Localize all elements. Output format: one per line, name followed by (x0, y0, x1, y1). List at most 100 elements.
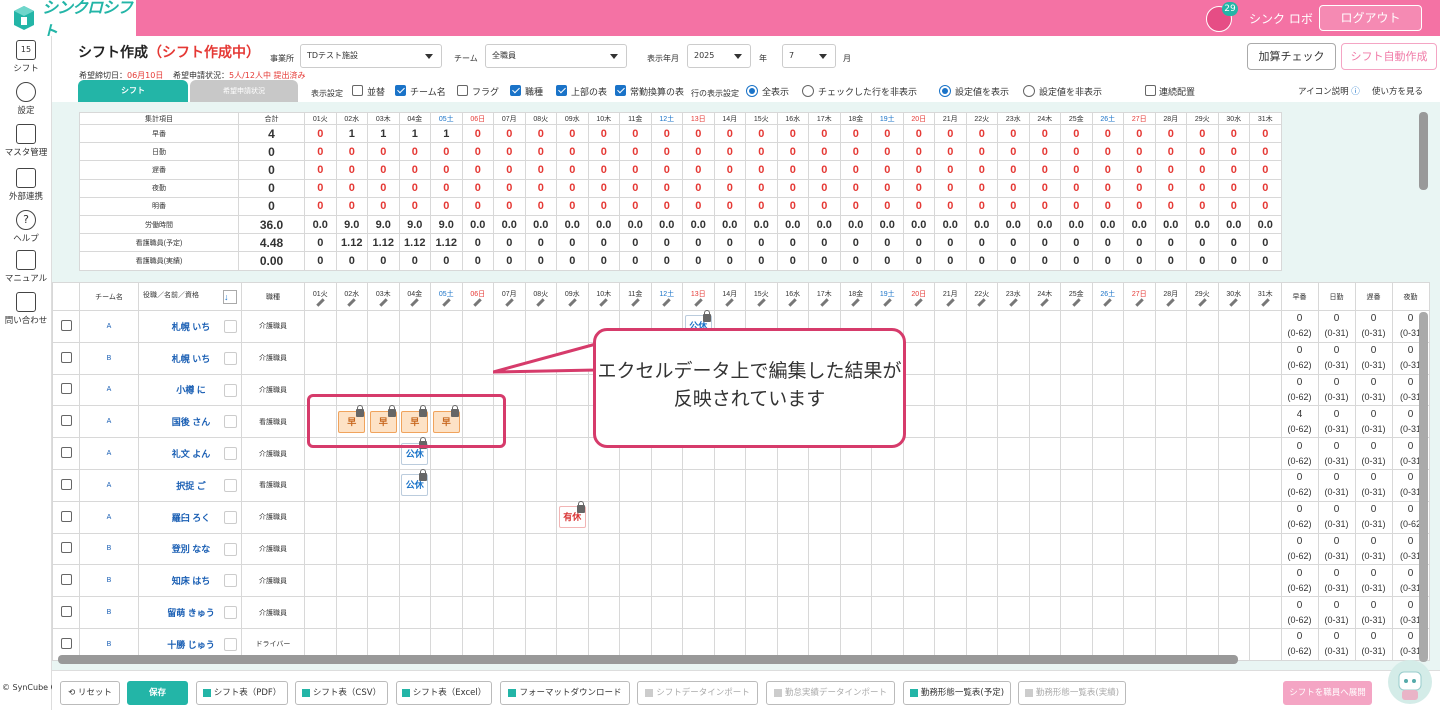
shift-day-cell[interactable] (1154, 373, 1187, 407)
shift-day-cell[interactable] (524, 596, 557, 629)
shift-day-cell[interactable] (461, 310, 494, 343)
row-checkbox-cell[interactable] (52, 310, 80, 343)
shift-day-cell[interactable] (1186, 310, 1219, 343)
day-header[interactable]: 25金 (1060, 282, 1093, 311)
icon-help-link[interactable]: アイコン説明 ⓘ (1298, 85, 1360, 97)
shift-day-cell[interactable] (1217, 405, 1250, 439)
shift-day-cell[interactable] (1249, 405, 1282, 439)
shift-day-cell[interactable] (902, 596, 935, 629)
shift-day-cell[interactable] (1217, 437, 1250, 470)
staff-name-cell[interactable]: 羅臼 ろく (138, 500, 242, 534)
shift-day-cell[interactable] (524, 468, 557, 502)
tab-request-status[interactable]: 希望申請状況 (190, 80, 298, 102)
shift-day-cell[interactable] (1028, 310, 1061, 343)
shift-day-cell[interactable] (367, 500, 400, 534)
office-select[interactable]: TDテスト施設 (300, 44, 442, 68)
shift-day-cell[interactable] (1028, 373, 1061, 407)
shift-day-cell[interactable] (650, 468, 683, 502)
shift-day-cell[interactable] (430, 468, 463, 502)
staff-name-cell[interactable]: 小樽 に (138, 373, 242, 407)
pdf-button[interactable]: シフト表（PDF） (196, 681, 288, 705)
staff-menu-icon[interactable] (224, 383, 237, 397)
shift-day-cell[interactable] (335, 596, 368, 629)
horizontal-scrollbar[interactable] (58, 655, 1238, 664)
shift-day-cell[interactable] (587, 564, 620, 598)
shift-day-cell[interactable] (902, 310, 935, 343)
shift-day-cell[interactable]: 公休 (398, 468, 431, 502)
shift-day-cell[interactable] (934, 596, 967, 629)
shift-day-cell[interactable] (493, 596, 526, 629)
row-checkbox[interactable] (60, 542, 72, 554)
shift-day-cell[interactable] (1060, 564, 1093, 598)
row-checkbox-cell[interactable] (52, 437, 80, 470)
shift-day-cell[interactable] (997, 532, 1030, 566)
day-header[interactable]: 01火 (304, 282, 337, 311)
shift-day-cell[interactable] (965, 532, 998, 566)
staff-name-cell[interactable]: 札幌 いち (138, 310, 242, 343)
shift-day-cell[interactable] (1186, 437, 1219, 470)
shift-day-cell[interactable] (304, 468, 337, 502)
shift-day-cell[interactable] (776, 500, 809, 534)
shift-day-cell[interactable] (682, 468, 715, 502)
day-header[interactable]: 24木 (1028, 282, 1061, 311)
shift-day-cell[interactable] (965, 468, 998, 502)
shift-day-cell[interactable] (871, 468, 904, 502)
shift-day-cell[interactable] (776, 564, 809, 598)
sidebar-item[interactable]: マスタ管理 (0, 124, 52, 158)
shift-day-cell[interactable] (1060, 405, 1093, 439)
shift-day-cell[interactable] (461, 596, 494, 629)
shift-day-cell[interactable] (1028, 405, 1061, 439)
shift-day-cell[interactable] (556, 405, 589, 439)
shift-day-cell[interactable] (871, 500, 904, 534)
shift-day-cell[interactable] (1091, 373, 1124, 407)
staff-name-cell[interactable]: 知床 はち (138, 564, 242, 598)
shift-day-cell[interactable] (1249, 310, 1282, 343)
staff-menu-icon[interactable] (224, 606, 237, 620)
shift-day-cell[interactable] (524, 437, 557, 470)
shift-day-cell[interactable] (430, 500, 463, 534)
shift-day-cell[interactable] (1091, 405, 1124, 439)
staff-name[interactable]: 札幌 いち (172, 354, 211, 364)
shift-day-cell[interactable] (1186, 341, 1219, 375)
shift-day-cell[interactable] (1091, 468, 1124, 502)
shift-day-cell[interactable] (1186, 405, 1219, 439)
staff-name-cell[interactable]: 留萌 きゅう (138, 596, 242, 629)
shift-day-cell[interactable] (776, 596, 809, 629)
shift-day-cell[interactable] (524, 405, 557, 439)
shift-day-cell[interactable] (1123, 405, 1156, 439)
staff-name-cell[interactable]: 札幌 いち (138, 341, 242, 375)
shift-day-cell[interactable] (619, 500, 652, 534)
sidebar-item[interactable]: ? ヘルプ (0, 210, 52, 244)
day-header[interactable]: 20日 (902, 282, 935, 311)
staff-name[interactable]: 登別 なな (172, 544, 211, 554)
sidebar-item[interactable]: マニュアル (0, 250, 52, 284)
shift-day-cell[interactable] (1060, 310, 1093, 343)
excel-button[interactable]: シフト表（Excel） (396, 681, 492, 705)
shift-day-cell[interactable] (1217, 564, 1250, 598)
shift-day-cell[interactable] (619, 532, 652, 566)
shift-day-cell[interactable] (430, 310, 463, 343)
shift-day-cell[interactable] (808, 532, 841, 566)
shift-day-cell[interactable] (493, 532, 526, 566)
shift-day-cell[interactable] (1060, 468, 1093, 502)
auto-create-button[interactable]: シフト自動作成 (1341, 43, 1437, 70)
staff-name[interactable]: 小樽 に (176, 385, 206, 395)
shift-day-cell[interactable] (1217, 596, 1250, 629)
shift-day-cell[interactable] (1249, 468, 1282, 502)
shift-day-cell[interactable] (619, 596, 652, 629)
day-header[interactable]: 26土 (1091, 282, 1124, 311)
shift-day-cell[interactable] (965, 405, 998, 439)
shift-day-cell[interactable] (997, 405, 1030, 439)
actual-import-button[interactable]: 勤怠実績データインポート (766, 681, 895, 705)
shift-day-cell[interactable] (934, 500, 967, 534)
shift-day-cell[interactable] (556, 310, 589, 343)
shift-day-cell[interactable] (1186, 596, 1219, 629)
shift-day-cell[interactable] (398, 500, 431, 534)
shift-day-cell[interactable] (1154, 310, 1187, 343)
shift-day-cell[interactable] (1123, 468, 1156, 502)
shift-day-cell[interactable] (997, 310, 1030, 343)
row-checkbox-cell[interactable] (52, 500, 80, 534)
shift-day-cell[interactable] (304, 564, 337, 598)
logo[interactable]: シンクロシフト (0, 0, 136, 41)
staff-menu-icon[interactable] (224, 574, 237, 588)
